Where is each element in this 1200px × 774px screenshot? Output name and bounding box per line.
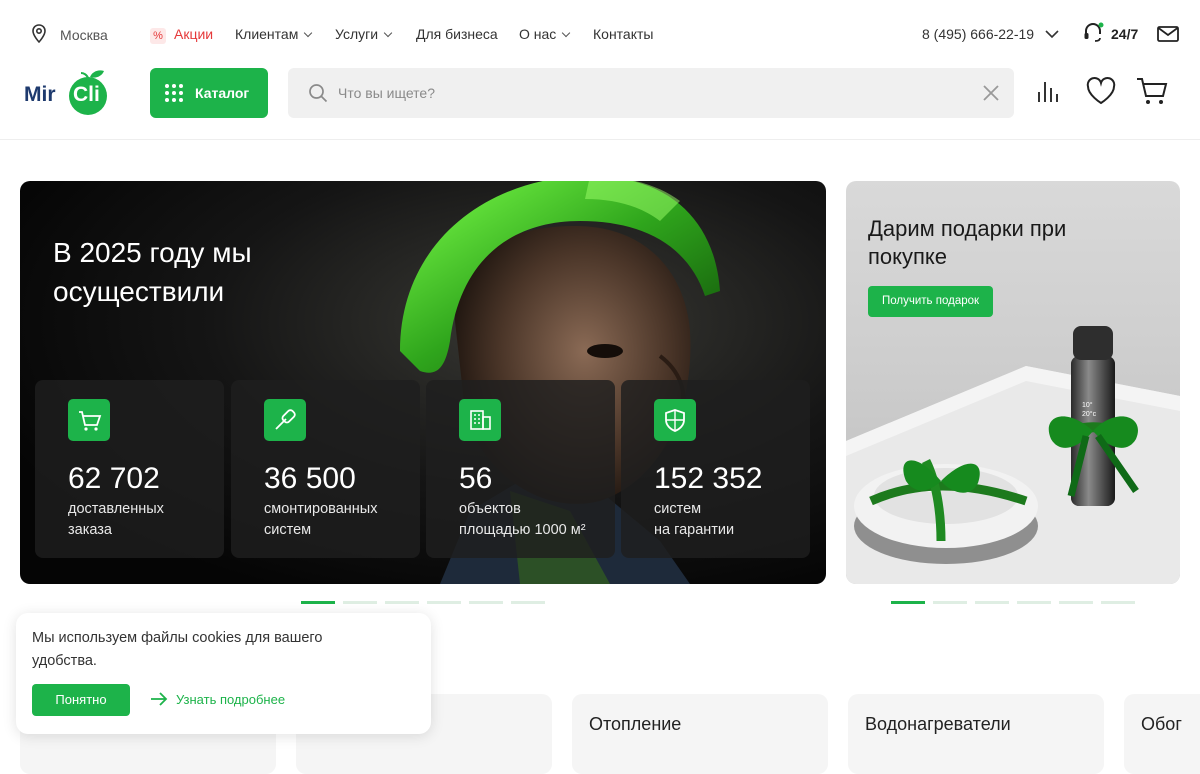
menu-services[interactable]: Услуги (335, 26, 393, 42)
cart-icon (68, 399, 110, 441)
logo[interactable]: Mir Cli (24, 68, 116, 118)
slider-dot[interactable] (975, 601, 1009, 604)
slider-dot[interactable] (1101, 601, 1135, 604)
favorites-heart-icon[interactable] (1085, 77, 1117, 105)
screwdriver-icon (264, 399, 306, 441)
promo-label: Акции (174, 26, 214, 42)
grid-icon (165, 84, 183, 102)
search-bar (288, 68, 1014, 118)
slider-dot[interactable] (933, 601, 967, 604)
cookie-accept-button[interactable]: Понятно (32, 684, 130, 716)
headset-icon (1084, 22, 1104, 42)
menu-contacts-label: Контакты (593, 26, 654, 42)
building-icon (459, 399, 501, 441)
slider-dot[interactable] (1059, 601, 1093, 604)
stat-number: 56 (459, 462, 493, 495)
top-bar: Москва % Акции Клиентам Услуги Для бизнес… (0, 0, 1200, 68)
menu-about-label: О нас (519, 26, 557, 42)
percent-icon: % (150, 28, 166, 44)
menu-about[interactable]: О нас (519, 26, 571, 42)
promo-slider-pagination (891, 601, 1135, 604)
search-input[interactable] (338, 68, 938, 118)
stat-card-installed: 36 500 смонтированных систем (231, 380, 420, 558)
cookie-learn-more-link[interactable]: Узнать подробнее (134, 684, 285, 716)
stat-number: 152 352 (654, 462, 763, 495)
promo-title: Дарим подарки при покупке (868, 216, 1067, 269)
cart-icon[interactable] (1136, 76, 1168, 106)
category-label: Водонагреватели (865, 714, 1011, 734)
category-card-heaters[interactable]: Обог (1124, 694, 1200, 774)
stat-caption: доставленных заказа (68, 501, 164, 538)
gift-promo-banner[interactable]: 10° 20°c Дарим подарки при покупке Получ… (846, 181, 1180, 584)
stat-card-warranty: 152 352 систем на гарантии (621, 380, 810, 558)
shield-icon (654, 399, 696, 441)
slider-dot[interactable] (891, 601, 925, 604)
slider-dot[interactable] (301, 601, 335, 604)
menu-services-label: Услуги (335, 26, 379, 42)
slider-dot[interactable] (469, 601, 503, 604)
learn-more-label: Узнать подробнее (176, 692, 286, 707)
catalog-label: Каталог (195, 85, 250, 101)
menu-clients[interactable]: Клиентам (235, 26, 313, 42)
stat-number: 36 500 (264, 462, 356, 495)
chevron-down-icon (383, 28, 393, 38)
slider-dot[interactable] (1017, 601, 1051, 604)
category-label: Отопление (589, 714, 682, 734)
search-icon (309, 84, 328, 103)
cookie-text: Мы используем файлы cookies для вашего у… (32, 630, 323, 669)
stat-card-objects: 56 объектов площадью 1000 м² (426, 380, 615, 558)
promo-link[interactable]: % Акции (150, 26, 213, 44)
arrow-right-icon (151, 692, 168, 706)
hero-slider-pagination (301, 601, 545, 604)
slider-dot[interactable] (385, 601, 419, 604)
menu-business-label: Для бизнеса (416, 26, 498, 42)
get-gift-button[interactable]: Получить подарок (868, 286, 994, 317)
hero-title: В 2025 году мы осуществили (53, 237, 252, 307)
main-header: Mir Cli Каталог (0, 68, 1200, 140)
menu-clients-label: Клиентам (235, 26, 299, 42)
category-card-heating[interactable]: Отопление (572, 694, 828, 774)
chevron-down-icon (304, 28, 313, 38)
support-label: 24/7 (1111, 26, 1139, 42)
city-label: Москва (60, 27, 108, 43)
menu-business[interactable]: Для бизнеса (416, 26, 498, 42)
flask-temperature-display: 10° 20°c (1082, 402, 1097, 418)
hero-banner[interactable]: В 2025 году мы осуществили 62 702 достав… (20, 181, 826, 584)
stat-number: 62 702 (68, 462, 160, 495)
catalog-button[interactable]: Каталог (150, 68, 268, 118)
stat-caption: систем на гарантии (654, 501, 735, 538)
chevron-down-icon (562, 28, 571, 38)
phone-selector[interactable]: 8 (495) 666-22-19 (922, 26, 1060, 42)
menu-contacts[interactable]: Контакты (593, 26, 653, 42)
category-label: Обог (1141, 714, 1182, 734)
stat-caption: объектов площадью 1000 м² (459, 501, 586, 538)
stat-caption: смонтированных систем (264, 501, 378, 538)
slider-dot[interactable] (427, 601, 461, 604)
stat-card-orders: 62 702 доставленных заказа (35, 380, 224, 558)
category-card-water-heaters[interactable]: Водонагреватели (848, 694, 1104, 774)
cookie-banner: Мы используем файлы cookies для вашего у… (16, 613, 431, 734)
logo-text-cli: Cli (73, 83, 100, 106)
compare-icon[interactable] (1036, 78, 1062, 104)
slider-dot[interactable] (343, 601, 377, 604)
slider-dot[interactable] (511, 601, 545, 604)
clear-search-icon[interactable] (982, 84, 1000, 102)
phone-number: 8 (495) 666-22-19 (922, 26, 1035, 42)
mail-icon[interactable] (1157, 26, 1179, 42)
location-pin-icon (32, 24, 46, 44)
chevron-down-icon (1045, 30, 1059, 39)
logo-text-mir: Mir (24, 83, 56, 106)
